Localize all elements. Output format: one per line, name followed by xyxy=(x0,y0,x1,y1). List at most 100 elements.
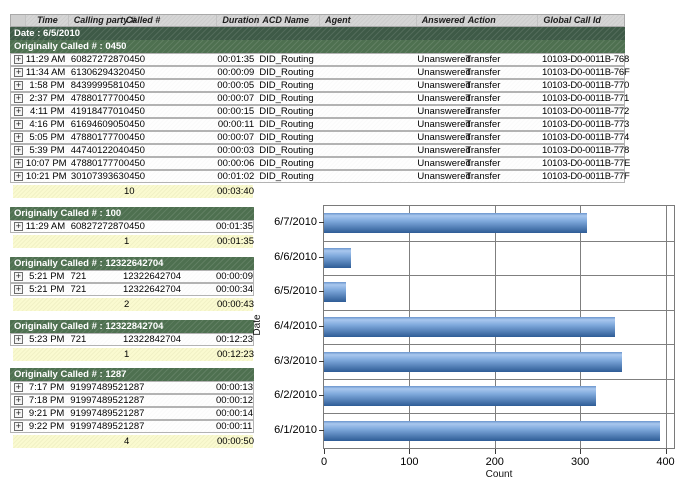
cell-acd: DID_Routing xyxy=(257,80,320,91)
chart-bar xyxy=(324,317,615,337)
table-header: TimeCalling party #Called #DurationACD N… xyxy=(10,14,625,27)
header-cell-called: Called # xyxy=(121,15,218,26)
cell-acd: DID_Routing xyxy=(257,145,320,156)
expand-button[interactable]: + xyxy=(11,132,26,143)
expand-icon: + xyxy=(14,133,23,142)
header-cell-time: Time xyxy=(26,15,69,26)
summary-row: 100:12:23 xyxy=(13,348,253,361)
expand-icon: + xyxy=(14,159,23,168)
cell-time: 5:21 PM xyxy=(26,284,69,295)
table-row: +1:58 PM8439999581045000:00:05DID_Routin… xyxy=(10,79,625,92)
summary-spacer xyxy=(13,185,120,198)
cell-global_id: 10103-D0-0011B-772 xyxy=(538,106,624,117)
cell-calling: 4788017770 xyxy=(69,158,121,169)
cell-global_id: 10103-D0-0011B-773 xyxy=(538,119,624,130)
summary-spacer xyxy=(13,435,120,448)
summary-spacer xyxy=(13,298,120,311)
expand-icon: + xyxy=(14,94,23,103)
grid-line-h xyxy=(324,379,674,380)
cell-answered: Unanswered xyxy=(416,93,462,104)
expand-button[interactable]: + xyxy=(11,271,26,282)
cell-calling: 9199748952 xyxy=(68,382,120,393)
cell-time: 4:11 PM xyxy=(26,106,69,117)
x-tick-mark xyxy=(666,449,667,454)
table-row: +5:39 PM4474012204045000:00:03DID_Routin… xyxy=(10,144,625,157)
summary-spacer xyxy=(13,348,120,361)
header-cell-action: Action xyxy=(463,15,539,26)
x-tick-mark xyxy=(580,449,581,454)
expand-button[interactable]: + xyxy=(11,80,26,91)
cell-duration: 00:00:09 xyxy=(217,67,257,78)
cell-agent xyxy=(320,67,416,78)
cell-time: 11:34 AM xyxy=(26,67,69,78)
chart-bar xyxy=(324,248,351,268)
expand-button[interactable]: + xyxy=(11,408,26,419)
table-row: +7:17 PM9199748952128700:00:13 xyxy=(10,381,254,394)
cell-global_id: 10103-D0-0011B-77E xyxy=(538,158,624,169)
cell-global_id: 10103-D0-0011B-768 xyxy=(538,54,624,65)
expand-icon: + xyxy=(14,396,23,405)
grid-line-h xyxy=(324,310,674,311)
cell-calling: 4191847701 xyxy=(69,106,121,117)
expand-button[interactable]: + xyxy=(11,395,26,406)
cell-called: 0450 xyxy=(121,119,218,130)
table-row: +5:21 PM7211232264270400:00:09 xyxy=(10,270,254,283)
cell-calling: 721 xyxy=(68,284,120,295)
grid-line-h xyxy=(324,275,674,276)
cell-called: 0450 xyxy=(121,80,218,91)
summary-row: 1000:03:40 xyxy=(13,185,253,198)
cell-global_id: 10103-D0-0011B-770 xyxy=(538,80,624,91)
cell-called: 1287 xyxy=(120,382,216,393)
cell-acd: DID_Routing xyxy=(257,132,320,143)
cell-time: 1:58 PM xyxy=(26,80,69,91)
cell-called: 0450 xyxy=(121,171,217,182)
summary-count: 10 xyxy=(120,185,217,198)
cell-action: Transfer xyxy=(462,67,538,78)
header-cell-agent: Agent xyxy=(320,15,417,26)
summary-count: 1 xyxy=(120,235,217,248)
expand-button[interactable]: + xyxy=(11,145,26,156)
cell-time: 10:07 PM xyxy=(26,158,69,169)
cell-time: 11:29 AM xyxy=(26,54,69,65)
expand-icon: + xyxy=(14,172,23,181)
table-row: +11:29 AM6082727287045000:01:35DID_Routi… xyxy=(10,53,625,66)
cell-called: 0450 xyxy=(121,132,218,143)
table-row: +9:22 PM9199748952128700:00:11 xyxy=(10,420,254,433)
expand-icon: + xyxy=(14,81,23,90)
expand-button[interactable]: + xyxy=(11,421,26,432)
table-row: +4:16 PM6169460905045000:00:11DID_Routin… xyxy=(10,118,625,131)
cell-answered: Unanswered xyxy=(416,119,462,130)
expand-button[interactable]: + xyxy=(11,158,26,169)
expand-button[interactable]: + xyxy=(11,284,26,295)
cell-answered: Unanswered xyxy=(416,158,462,169)
y-tick-label: 6/1/2010 xyxy=(261,424,317,436)
cell-time: 5:05 PM xyxy=(26,132,69,143)
cell-called: 12322642704 xyxy=(120,284,216,295)
cell-agent xyxy=(320,171,416,182)
summary-spacer xyxy=(13,235,120,248)
expand-icon: + xyxy=(14,120,23,129)
grid-line-h xyxy=(324,413,674,414)
cell-global_id: 10103-D0-0011B-774 xyxy=(538,132,624,143)
expand-button[interactable]: + xyxy=(11,67,26,78)
expand-button[interactable]: + xyxy=(11,171,26,182)
expand-button[interactable]: + xyxy=(11,334,26,345)
cell-agent xyxy=(320,54,416,65)
group-band: Originally Called # : 12322842704 xyxy=(10,320,254,333)
expand-button[interactable]: + xyxy=(11,93,26,104)
cell-calling: 4474012204 xyxy=(69,145,121,156)
cell-called: 0450 xyxy=(121,93,218,104)
table-row: +7:18 PM9199748952128700:00:12 xyxy=(10,394,254,407)
chart-plot xyxy=(323,205,675,449)
grid-line-v xyxy=(666,206,667,448)
expand-button[interactable]: + xyxy=(11,119,26,130)
expand-button[interactable]: + xyxy=(11,106,26,117)
expand-button[interactable]: + xyxy=(11,54,26,65)
summary-count: 4 xyxy=(120,435,217,448)
cell-answered: Unanswered xyxy=(416,106,462,117)
expand-button[interactable]: + xyxy=(11,221,26,232)
chart-bar xyxy=(324,421,660,441)
expand-button[interactable]: + xyxy=(11,382,26,393)
cell-time: 5:23 PM xyxy=(26,334,69,345)
cell-action: Transfer xyxy=(462,158,538,169)
